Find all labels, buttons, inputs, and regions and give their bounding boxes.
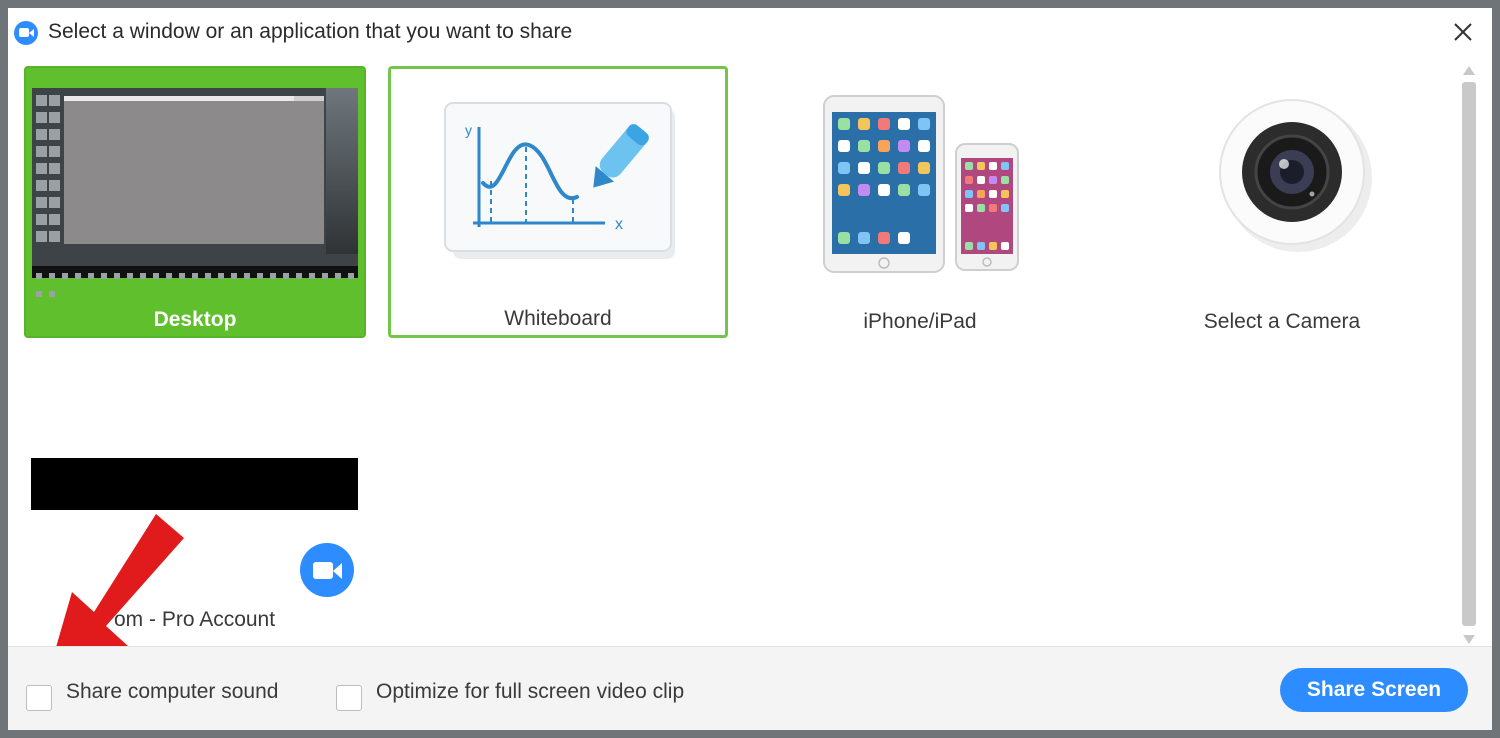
redacted-window-title <box>31 458 358 510</box>
desktop-wallpaper <box>326 88 358 254</box>
tile-desktop[interactable]: Desktop <box>24 66 366 338</box>
close-icon <box>1454 23 1472 41</box>
optimize-video-checkbox[interactable] <box>336 685 362 711</box>
share-sound-checkbox[interactable] <box>26 685 52 711</box>
footer-bar: Share computer sound Optimize for full s… <box>8 646 1492 730</box>
share-screen-dialog: Select a window or an application that y… <box>8 8 1492 730</box>
tile-whiteboard-label: Whiteboard <box>504 307 612 330</box>
dialog-title: Select a window or an application that y… <box>48 20 573 43</box>
share-screen-button[interactable]: Share Screen <box>1280 668 1468 712</box>
camera-icon <box>1219 99 1372 252</box>
window-item-label[interactable]: om - Pro Account <box>114 608 275 632</box>
desktop-thumbnail <box>32 88 358 297</box>
svg-text:x: x <box>615 216 623 233</box>
tile-iphone-ipad-label: iPhone/iPad <box>863 310 977 333</box>
share-options-grid: Desktop y x Whiteboard iPhone/iPad Selec… <box>8 58 1458 648</box>
tile-select-camera[interactable]: Select a Camera <box>1112 66 1452 338</box>
scroll-thumb[interactable] <box>1462 82 1476 626</box>
share-sound-label[interactable]: Share computer sound <box>66 680 278 704</box>
zoom-logo-icon <box>14 21 38 45</box>
tile-whiteboard[interactable]: y x Whiteboard <box>388 66 728 338</box>
svg-text:y: y <box>465 122 472 138</box>
scroll-up-icon[interactable] <box>1463 66 1475 75</box>
tile-iphone-ipad[interactable]: iPhone/iPad <box>750 66 1090 338</box>
close-button[interactable] <box>1448 17 1478 47</box>
scroll-down-icon[interactable] <box>1463 635 1475 644</box>
zoom-app-icon[interactable] <box>300 543 354 597</box>
desktop-window-preview <box>64 96 324 244</box>
tile-desktop-label: Desktop <box>153 308 237 331</box>
tile-select-camera-label: Select a Camera <box>1203 310 1361 333</box>
titlebar: Select a window or an application that y… <box>8 8 1492 58</box>
desktop-taskbar <box>32 266 358 297</box>
desktop-icons <box>35 92 61 242</box>
vertical-scrollbar[interactable] <box>1460 64 1478 646</box>
iphone-ipad-icon <box>823 95 1019 273</box>
whiteboard-icon: y x <box>444 102 675 259</box>
optimize-video-label[interactable]: Optimize for full screen video clip <box>376 680 684 704</box>
